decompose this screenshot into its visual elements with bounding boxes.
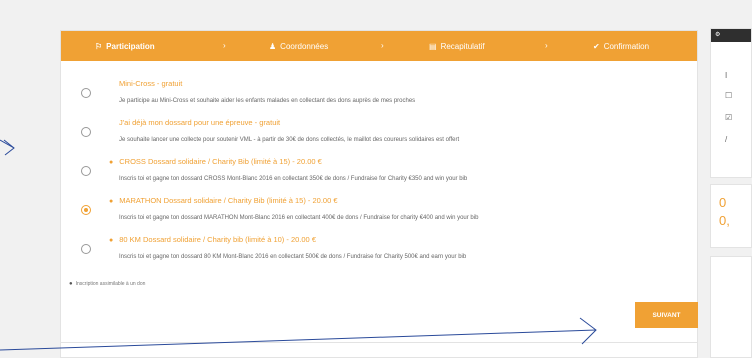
counter-value: 0, (719, 213, 730, 228)
option-description: Je souhaite lancer une collecte pour sou… (119, 137, 460, 143)
step-label: Coordonnées (280, 41, 329, 51)
donation-note: ● Inscription assimilable à un don (69, 281, 145, 287)
sidebar-counter-panel: 0 0, (710, 184, 752, 248)
option-title-text: MARATHON Dossard solidaire / Charity Bib… (119, 196, 338, 205)
divider (61, 342, 697, 343)
progress-steps: ⚐ Participation › ♟ Coordonnées › ▤ Reca… (61, 31, 697, 61)
sidebar-panel: ⚙ I ☐ ☑ / (710, 28, 752, 178)
sidebar-header: ⚙ (711, 29, 751, 42)
option-radio[interactable] (81, 205, 91, 215)
option-title: Mini-Cross - gratuit (119, 79, 183, 88)
tag-icon: ● (69, 281, 73, 287)
next-button[interactable]: SUIVANT (635, 302, 698, 328)
option-radio[interactable] (81, 166, 91, 176)
step-label: Recapitulatif (440, 41, 485, 51)
gear-icon: ⚙ (715, 32, 721, 38)
option-title-text: 80 KM Dossard solidaire / Charity bib (l… (119, 235, 316, 244)
option-title-text: CROSS Dossard solidaire / Charity Bib (l… (119, 157, 322, 166)
option-title: ● 80 KM Dossard solidaire / Charity bib (… (109, 235, 316, 244)
sidebar-line-icon: / (725, 135, 728, 144)
step-coordonnees[interactable]: ♟ Coordonnées (269, 31, 328, 61)
chevron-right-icon: › (381, 41, 384, 50)
sidebar-line-icon: I (725, 71, 728, 80)
step-label: Participation (106, 41, 155, 51)
option-description: Inscris toi et gagne ton dossard 80 KM M… (119, 254, 467, 260)
option-description: Inscris toi et gagne ton dossard CROSS M… (119, 176, 468, 182)
checkbox-icon: ☑ (725, 113, 733, 122)
step-confirmation[interactable]: ✔ Confirmation (593, 31, 649, 61)
user-icon: ♟ (269, 41, 277, 51)
counter-value: 0 (719, 195, 727, 210)
note-text: Inscription assimilable à un don (75, 281, 146, 287)
step-participation[interactable]: ⚐ Participation (95, 31, 155, 61)
checkbox-icon: ☐ (725, 91, 733, 100)
sidebar-panel (710, 256, 752, 358)
annotation-arrowhead (3, 139, 15, 156)
registration-card: ⚐ Participation › ♟ Coordonnées › ▤ Reca… (60, 30, 698, 358)
annotation-arrow-line (0, 139, 15, 149)
step-recapitulatif[interactable]: ▤ Recapitulatif (429, 31, 485, 61)
option-title: ● MARATHON Dossard solidaire / Charity Bi… (109, 196, 338, 205)
tag-icon: ● (109, 159, 114, 166)
option-description: Je participe au Mini-Cross et souhaite a… (119, 98, 416, 104)
chevron-right-icon: › (545, 41, 548, 50)
step-label: Confirmation (603, 41, 650, 51)
option-radio[interactable] (81, 88, 91, 98)
option-radio[interactable] (81, 127, 91, 137)
option-description: Inscris toi et gagne ton dossard MARATHO… (119, 215, 479, 221)
option-title: ● CROSS Dossard solidaire / Charity Bib (… (109, 157, 322, 166)
option-radio[interactable] (81, 244, 91, 254)
option-title: J'ai déjà mon dossard pour une épreuve -… (119, 118, 281, 127)
list-icon: ▤ (429, 41, 437, 51)
chevron-right-icon: › (223, 41, 226, 50)
check-icon: ✔ (593, 41, 600, 51)
tag-icon: ● (109, 237, 114, 244)
tag-icon: ● (109, 198, 114, 205)
flag-icon: ⚐ (95, 41, 103, 51)
